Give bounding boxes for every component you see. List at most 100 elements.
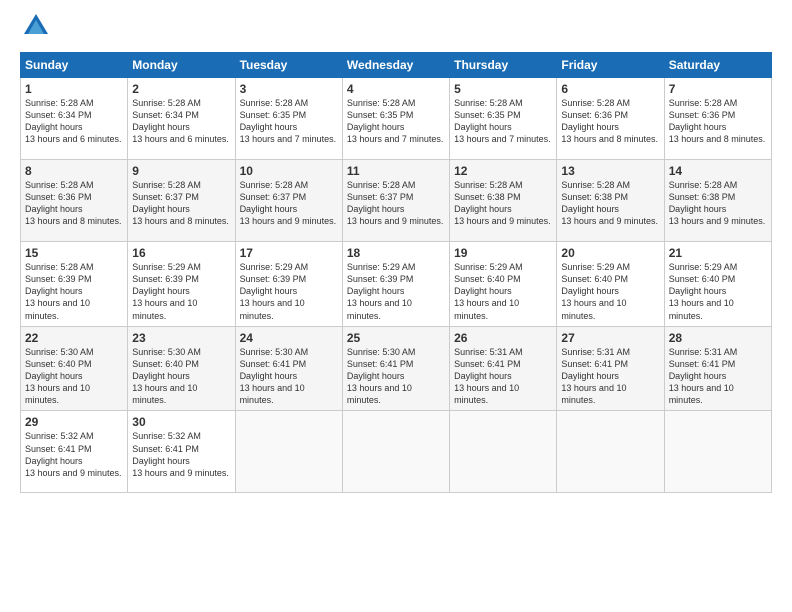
calendar-day-cell: 10 Sunrise: 5:28 AM Sunset: 6:37 PM Dayl… bbox=[235, 160, 342, 242]
day-number: 16 bbox=[132, 246, 230, 260]
day-number: 22 bbox=[25, 331, 123, 345]
day-info: Sunrise: 5:29 AM Sunset: 6:40 PM Dayligh… bbox=[669, 261, 767, 322]
calendar-header-row: SundayMondayTuesdayWednesdayThursdayFrid… bbox=[21, 53, 772, 78]
day-info: Sunrise: 5:28 AM Sunset: 6:39 PM Dayligh… bbox=[25, 261, 123, 322]
day-number: 29 bbox=[25, 415, 123, 429]
calendar-day-cell: 1 Sunrise: 5:28 AM Sunset: 6:34 PM Dayli… bbox=[21, 78, 128, 160]
day-info: Sunrise: 5:28 AM Sunset: 6:35 PM Dayligh… bbox=[240, 97, 338, 146]
calendar-day-cell: 18 Sunrise: 5:29 AM Sunset: 6:39 PM Dayl… bbox=[342, 242, 449, 327]
day-info: Sunrise: 5:28 AM Sunset: 6:38 PM Dayligh… bbox=[561, 179, 659, 228]
calendar-day-cell: 19 Sunrise: 5:29 AM Sunset: 6:40 PM Dayl… bbox=[450, 242, 557, 327]
calendar-header-cell: Sunday bbox=[21, 53, 128, 78]
day-info: Sunrise: 5:29 AM Sunset: 6:40 PM Dayligh… bbox=[561, 261, 659, 322]
calendar-day-cell: 22 Sunrise: 5:30 AM Sunset: 6:40 PM Dayl… bbox=[21, 326, 128, 411]
day-info: Sunrise: 5:30 AM Sunset: 6:41 PM Dayligh… bbox=[347, 346, 445, 407]
calendar-day-cell: 2 Sunrise: 5:28 AM Sunset: 6:34 PM Dayli… bbox=[128, 78, 235, 160]
day-info: Sunrise: 5:32 AM Sunset: 6:41 PM Dayligh… bbox=[132, 430, 230, 479]
day-number: 21 bbox=[669, 246, 767, 260]
calendar-week-row: 15 Sunrise: 5:28 AM Sunset: 6:39 PM Dayl… bbox=[21, 242, 772, 327]
day-info: Sunrise: 5:31 AM Sunset: 6:41 PM Dayligh… bbox=[669, 346, 767, 407]
day-number: 30 bbox=[132, 415, 230, 429]
day-number: 5 bbox=[454, 82, 552, 96]
day-info: Sunrise: 5:29 AM Sunset: 6:40 PM Dayligh… bbox=[454, 261, 552, 322]
day-info: Sunrise: 5:28 AM Sunset: 6:37 PM Dayligh… bbox=[347, 179, 445, 228]
calendar-day-cell: 30 Sunrise: 5:32 AM Sunset: 6:41 PM Dayl… bbox=[128, 411, 235, 493]
calendar-week-row: 29 Sunrise: 5:32 AM Sunset: 6:41 PM Dayl… bbox=[21, 411, 772, 493]
day-number: 12 bbox=[454, 164, 552, 178]
day-info: Sunrise: 5:28 AM Sunset: 6:34 PM Dayligh… bbox=[25, 97, 123, 146]
day-info: Sunrise: 5:28 AM Sunset: 6:34 PM Dayligh… bbox=[132, 97, 230, 146]
header bbox=[20, 16, 772, 40]
calendar-week-row: 1 Sunrise: 5:28 AM Sunset: 6:34 PM Dayli… bbox=[21, 78, 772, 160]
day-number: 11 bbox=[347, 164, 445, 178]
calendar-day-cell: 27 Sunrise: 5:31 AM Sunset: 6:41 PM Dayl… bbox=[557, 326, 664, 411]
day-number: 26 bbox=[454, 331, 552, 345]
day-info: Sunrise: 5:28 AM Sunset: 6:37 PM Dayligh… bbox=[240, 179, 338, 228]
day-number: 28 bbox=[669, 331, 767, 345]
calendar-day-cell bbox=[450, 411, 557, 493]
day-number: 25 bbox=[347, 331, 445, 345]
day-info: Sunrise: 5:30 AM Sunset: 6:41 PM Dayligh… bbox=[240, 346, 338, 407]
day-info: Sunrise: 5:28 AM Sunset: 6:38 PM Dayligh… bbox=[454, 179, 552, 228]
day-info: Sunrise: 5:28 AM Sunset: 6:37 PM Dayligh… bbox=[132, 179, 230, 228]
calendar-day-cell: 5 Sunrise: 5:28 AM Sunset: 6:35 PM Dayli… bbox=[450, 78, 557, 160]
day-number: 19 bbox=[454, 246, 552, 260]
day-info: Sunrise: 5:28 AM Sunset: 6:36 PM Dayligh… bbox=[669, 97, 767, 146]
day-info: Sunrise: 5:28 AM Sunset: 6:36 PM Dayligh… bbox=[561, 97, 659, 146]
calendar-day-cell: 8 Sunrise: 5:28 AM Sunset: 6:36 PM Dayli… bbox=[21, 160, 128, 242]
day-number: 6 bbox=[561, 82, 659, 96]
calendar-day-cell: 26 Sunrise: 5:31 AM Sunset: 6:41 PM Dayl… bbox=[450, 326, 557, 411]
day-info: Sunrise: 5:30 AM Sunset: 6:40 PM Dayligh… bbox=[132, 346, 230, 407]
calendar-day-cell: 28 Sunrise: 5:31 AM Sunset: 6:41 PM Dayl… bbox=[664, 326, 771, 411]
day-info: Sunrise: 5:31 AM Sunset: 6:41 PM Dayligh… bbox=[454, 346, 552, 407]
day-number: 9 bbox=[132, 164, 230, 178]
day-info: Sunrise: 5:29 AM Sunset: 6:39 PM Dayligh… bbox=[132, 261, 230, 322]
calendar-day-cell: 3 Sunrise: 5:28 AM Sunset: 6:35 PM Dayli… bbox=[235, 78, 342, 160]
calendar-day-cell: 15 Sunrise: 5:28 AM Sunset: 6:39 PM Dayl… bbox=[21, 242, 128, 327]
calendar-week-row: 8 Sunrise: 5:28 AM Sunset: 6:36 PM Dayli… bbox=[21, 160, 772, 242]
logo-icon bbox=[22, 12, 50, 40]
calendar-day-cell bbox=[235, 411, 342, 493]
calendar-day-cell: 29 Sunrise: 5:32 AM Sunset: 6:41 PM Dayl… bbox=[21, 411, 128, 493]
day-number: 13 bbox=[561, 164, 659, 178]
calendar-day-cell: 7 Sunrise: 5:28 AM Sunset: 6:36 PM Dayli… bbox=[664, 78, 771, 160]
day-info: Sunrise: 5:29 AM Sunset: 6:39 PM Dayligh… bbox=[240, 261, 338, 322]
calendar-day-cell bbox=[342, 411, 449, 493]
calendar-week-row: 22 Sunrise: 5:30 AM Sunset: 6:40 PM Dayl… bbox=[21, 326, 772, 411]
day-number: 2 bbox=[132, 82, 230, 96]
calendar-day-cell bbox=[557, 411, 664, 493]
day-number: 17 bbox=[240, 246, 338, 260]
calendar-day-cell bbox=[664, 411, 771, 493]
day-number: 18 bbox=[347, 246, 445, 260]
calendar-header-cell: Tuesday bbox=[235, 53, 342, 78]
calendar-day-cell: 11 Sunrise: 5:28 AM Sunset: 6:37 PM Dayl… bbox=[342, 160, 449, 242]
day-info: Sunrise: 5:28 AM Sunset: 6:35 PM Dayligh… bbox=[454, 97, 552, 146]
calendar-table: SundayMondayTuesdayWednesdayThursdayFrid… bbox=[20, 52, 772, 493]
day-number: 20 bbox=[561, 246, 659, 260]
day-number: 23 bbox=[132, 331, 230, 345]
calendar-day-cell: 23 Sunrise: 5:30 AM Sunset: 6:40 PM Dayl… bbox=[128, 326, 235, 411]
calendar-day-cell: 4 Sunrise: 5:28 AM Sunset: 6:35 PM Dayli… bbox=[342, 78, 449, 160]
day-info: Sunrise: 5:28 AM Sunset: 6:36 PM Dayligh… bbox=[25, 179, 123, 228]
day-info: Sunrise: 5:32 AM Sunset: 6:41 PM Dayligh… bbox=[25, 430, 123, 479]
day-number: 27 bbox=[561, 331, 659, 345]
calendar-day-cell: 6 Sunrise: 5:28 AM Sunset: 6:36 PM Dayli… bbox=[557, 78, 664, 160]
main-container: SundayMondayTuesdayWednesdayThursdayFrid… bbox=[0, 0, 792, 503]
day-info: Sunrise: 5:28 AM Sunset: 6:35 PM Dayligh… bbox=[347, 97, 445, 146]
calendar-day-cell: 17 Sunrise: 5:29 AM Sunset: 6:39 PM Dayl… bbox=[235, 242, 342, 327]
day-number: 24 bbox=[240, 331, 338, 345]
calendar-day-cell: 14 Sunrise: 5:28 AM Sunset: 6:38 PM Dayl… bbox=[664, 160, 771, 242]
calendar-day-cell: 9 Sunrise: 5:28 AM Sunset: 6:37 PM Dayli… bbox=[128, 160, 235, 242]
calendar-header-cell: Wednesday bbox=[342, 53, 449, 78]
day-number: 15 bbox=[25, 246, 123, 260]
day-info: Sunrise: 5:31 AM Sunset: 6:41 PM Dayligh… bbox=[561, 346, 659, 407]
calendar-header-cell: Thursday bbox=[450, 53, 557, 78]
calendar-body: 1 Sunrise: 5:28 AM Sunset: 6:34 PM Dayli… bbox=[21, 78, 772, 493]
day-number: 1 bbox=[25, 82, 123, 96]
calendar-day-cell: 13 Sunrise: 5:28 AM Sunset: 6:38 PM Dayl… bbox=[557, 160, 664, 242]
calendar-day-cell: 21 Sunrise: 5:29 AM Sunset: 6:40 PM Dayl… bbox=[664, 242, 771, 327]
calendar-day-cell: 25 Sunrise: 5:30 AM Sunset: 6:41 PM Dayl… bbox=[342, 326, 449, 411]
day-info: Sunrise: 5:28 AM Sunset: 6:38 PM Dayligh… bbox=[669, 179, 767, 228]
day-number: 14 bbox=[669, 164, 767, 178]
logo bbox=[20, 16, 50, 40]
